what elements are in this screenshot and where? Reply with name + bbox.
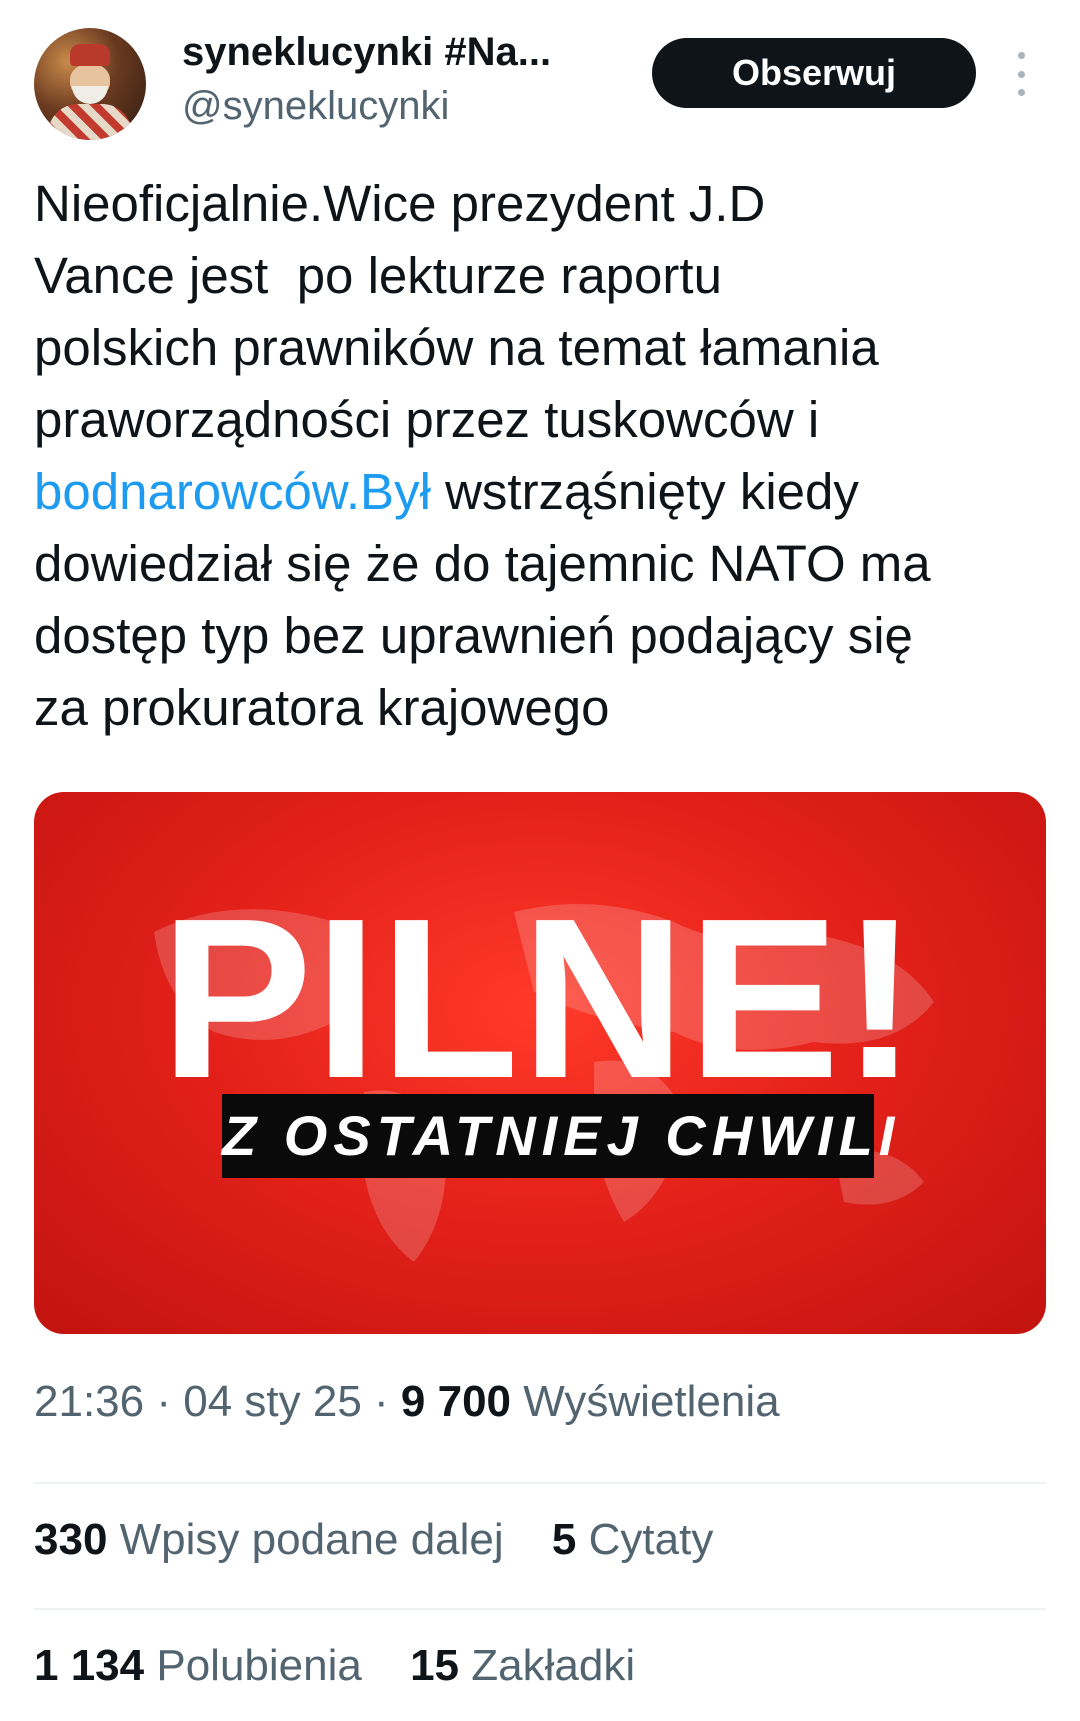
divider [34, 1608, 1046, 1610]
author-handle[interactable]: @syneklucynki [182, 82, 449, 130]
quotes-stat[interactable]: 5 Cytaty [552, 1512, 713, 1568]
likes-label: Polubienia [156, 1641, 362, 1690]
author-display-name[interactable]: syneklucynki #Na... [182, 28, 551, 76]
avatar-beard [72, 86, 108, 104]
likes-count: 1 134 [34, 1641, 145, 1690]
media-headline: PILNE! [160, 872, 920, 1126]
divider [34, 1482, 1046, 1484]
bookmarks-stat[interactable]: 15 Zakładki [410, 1638, 635, 1694]
reposts-label: Wpisy podane dalej [119, 1515, 504, 1564]
avatar-shirt [48, 104, 132, 140]
media-banner: Z OSTATNIEJ CHWILI [222, 1094, 894, 1178]
tweet-time[interactable]: 21:36 [34, 1377, 144, 1426]
meta-separator: · [374, 1377, 389, 1426]
tweet-date[interactable]: 04 sty 25 [183, 1377, 362, 1426]
stats-row-reposts: 330 Wpisy podane dalej 5 Cytaty [34, 1512, 749, 1568]
tweet-meta: 21:36 · 04 sty 25 · 9 700 Wyświetlenia [34, 1374, 780, 1430]
tweet-header: syneklucynki #Na... @syneklucynki Obserw… [0, 0, 1080, 150]
views-count: 9 700 [400, 1377, 512, 1426]
quotes-label: Cytaty [588, 1515, 714, 1564]
meta-separator: · [156, 1377, 171, 1426]
follow-button[interactable]: Obserwuj [652, 38, 976, 108]
tweet-media-image[interactable]: PILNE! Z OSTATNIEJ CHWILI [34, 792, 1046, 1334]
reposts-stat[interactable]: 330 Wpisy podane dalej [34, 1512, 504, 1568]
avatar[interactable] [34, 28, 146, 140]
more-options-icon[interactable] [1006, 52, 1036, 96]
tweet-text: Nieoficjalnie.Wice prezydent J.D Vance j… [34, 168, 1044, 744]
bookmarks-count: 15 [410, 1641, 460, 1690]
avatar-hat [70, 44, 110, 66]
stats-row-likes: 1 134 Polubienia 15 Zakładki [34, 1638, 671, 1694]
bookmarks-label: Zakładki [471, 1641, 636, 1690]
tweet-text-part: Nieoficjalnie.Wice prezydent J.D Vance j… [34, 175, 879, 448]
tweet-link[interactable]: bodnarowców.Był [34, 463, 431, 520]
views-label: Wyświetlenia [523, 1377, 780, 1426]
reposts-count: 330 [34, 1515, 108, 1564]
quotes-count: 5 [551, 1515, 577, 1564]
likes-stat[interactable]: 1 134 Polubienia [34, 1638, 362, 1694]
